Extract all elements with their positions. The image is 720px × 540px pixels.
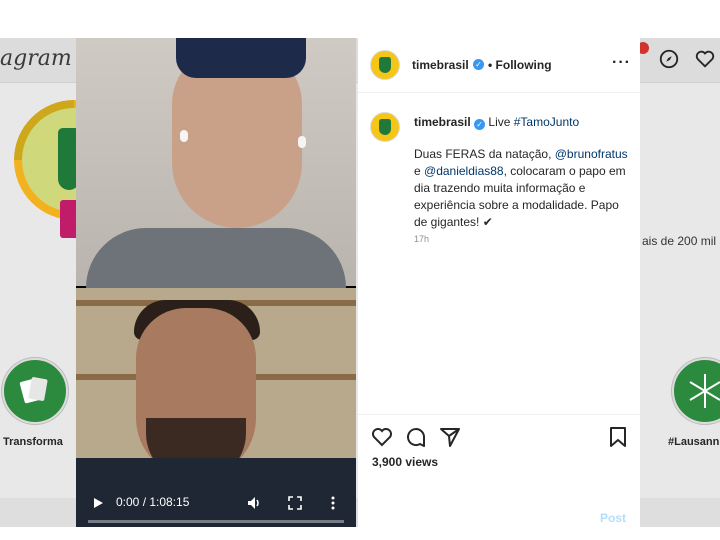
post-time: 17h [414, 234, 430, 244]
live-video-player[interactable]: 0:00 / 1:08:15 [76, 38, 356, 527]
cards-icon [19, 377, 48, 404]
post-actions: 3,900 views Post [358, 414, 640, 528]
person1-cap [176, 38, 306, 78]
view-count: 3,900 views [372, 455, 439, 469]
highlight-transforma[interactable] [2, 358, 68, 424]
verified-badge-icon: ✓ [474, 119, 486, 130]
person1-earbud-right [298, 136, 306, 148]
volume-icon[interactable] [246, 495, 262, 511]
more-icon[interactable] [330, 495, 336, 511]
post-comment-button[interactable]: Post [600, 511, 626, 525]
brand-shield-icon [379, 57, 391, 73]
caption-body: Duas FERAS da natação, @brunofratus e @d… [414, 146, 634, 231]
caption-text-1: Duas FERAS da natação, [414, 147, 555, 161]
profile-stat-text: ais de 200 mil [642, 234, 717, 248]
play-icon[interactable] [92, 497, 104, 509]
caption-avatar[interactable] [370, 112, 400, 142]
header-avatar[interactable] [370, 50, 400, 80]
save-bookmark-icon[interactable] [606, 425, 630, 449]
post-modal: 0:00 / 1:08:15 timebrasil ✓ • Following … [76, 38, 640, 527]
heart-icon[interactable] [694, 48, 716, 70]
video-time: 0:00 / 1:08:15 [116, 495, 190, 509]
video-top-frame [76, 38, 356, 298]
post-header: timebrasil ✓ • Following ··· [358, 38, 640, 93]
mention-danieldias88[interactable]: @danieldias88 [424, 164, 504, 178]
caption-title-text: Live [488, 115, 514, 129]
caption-text-2: e [414, 164, 425, 178]
explore-icon[interactable] [658, 48, 680, 70]
like-heart-icon[interactable] [370, 425, 394, 449]
verified-badge-icon: ✓ [473, 59, 484, 70]
fullscreen-icon[interactable] [288, 496, 302, 510]
caption-username[interactable]: timebrasil [414, 115, 471, 129]
person1-earbud-left [180, 130, 188, 142]
mention-brunofratus[interactable]: @brunofratus [555, 147, 628, 161]
highlight-label-lausanne: #Lausann [668, 436, 720, 448]
share-icon[interactable] [438, 425, 462, 449]
brand-shield-icon [379, 119, 391, 135]
comment-icon[interactable] [404, 425, 428, 449]
highlight-lausanne[interactable] [672, 358, 720, 424]
instagram-logo[interactable]: agram [0, 46, 72, 71]
caption-title: timebrasil ✓ Live #TamoJunto [414, 115, 579, 130]
post-side-panel: timebrasil ✓ • Following ··· timebrasil … [358, 38, 640, 527]
highlight-label-transforma: Transforma [3, 436, 63, 448]
following-button[interactable]: • Following [488, 58, 552, 72]
video-progress-bar[interactable] [88, 520, 344, 523]
hashtag-link[interactable]: #TamoJunto [514, 115, 579, 129]
snowflake-icon [689, 374, 720, 408]
header-username[interactable]: timebrasil [412, 58, 469, 72]
post-options-icon[interactable]: ··· [612, 54, 631, 72]
